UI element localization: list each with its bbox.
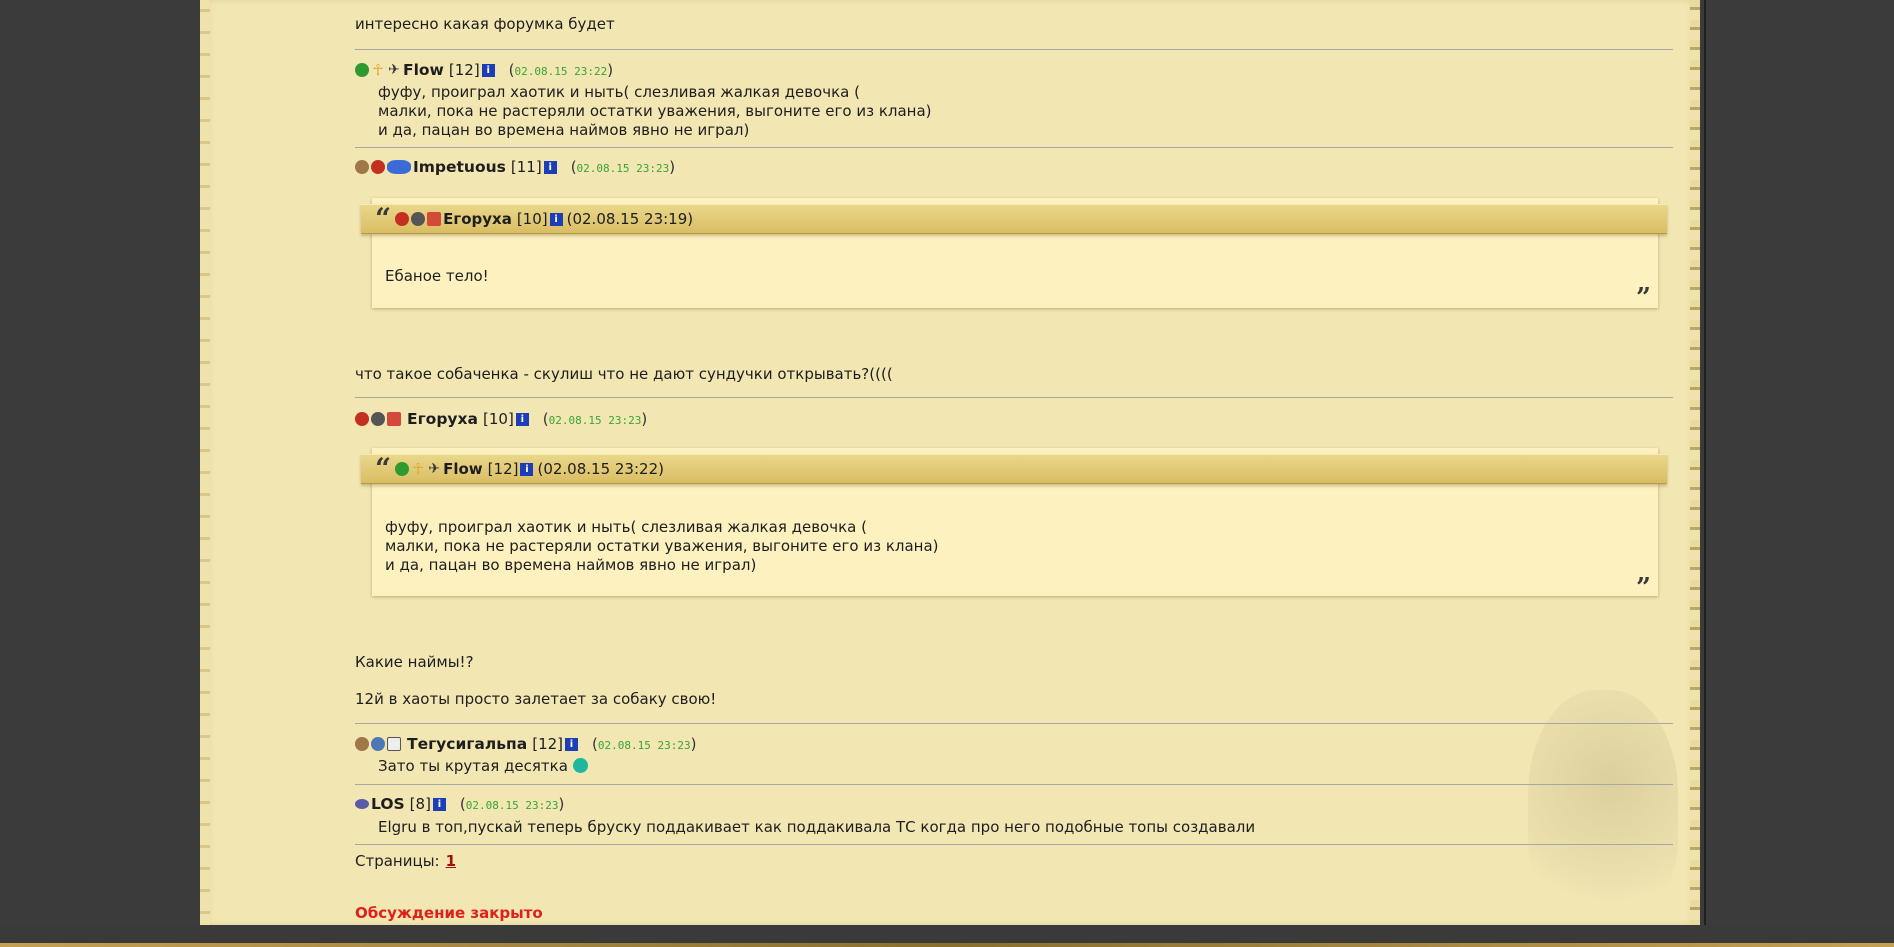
post-text: 12й в хаоты просто залетает за собаку св…	[355, 690, 717, 708]
quote-time: (02.08.15 23:22)	[537, 460, 664, 478]
blue-flowers-icon	[387, 160, 411, 174]
pagination: Страницы: 1	[355, 852, 456, 870]
parchment-right-edge	[1690, 0, 1700, 925]
eye-icon	[355, 799, 369, 809]
page-link-1[interactable]: 1	[446, 852, 456, 870]
post-separator	[355, 397, 1673, 398]
post-time: (02.08.15 23:22)	[508, 61, 614, 79]
red-orb-icon	[371, 160, 385, 174]
quote-line: фуфу, проиграл хаотик и ныть( слезливая …	[385, 518, 867, 536]
post-text: интересно какая форумка будет	[355, 15, 615, 33]
post-timestamp: 02.08.15 23:23	[465, 799, 559, 812]
discussion-closed-notice: Обсуждение закрыто	[355, 904, 543, 922]
post-timestamp: 02.08.15 23:23	[548, 414, 642, 427]
author-nick[interactable]: LOS	[371, 795, 405, 813]
info-icon[interactable]: i	[515, 412, 529, 426]
open-quote-icon: “	[375, 452, 392, 485]
ankh-icon: ☥	[372, 61, 384, 79]
red-rune-icon	[427, 212, 442, 226]
close-quote-icon: ”	[1636, 283, 1651, 313]
wings-icon: ✈	[428, 461, 440, 477]
post-time: (02.08.15 23:23)	[542, 410, 648, 428]
post-timestamp: 02.08.15 23:22	[514, 65, 608, 78]
post-header: Егоруха [10] i (02.08.15 23:23)	[355, 408, 647, 430]
post-line-text: Зато ты крутая десятка	[378, 757, 568, 775]
post-line: малки, пока не растеряли остатки уважени…	[378, 102, 932, 120]
post-line: Зато ты крутая десятка	[378, 757, 590, 776]
post-header: LOS [8] i (02.08.15 23:23)	[355, 793, 564, 815]
watermark-emblem	[1528, 690, 1678, 920]
post-separator	[355, 147, 1673, 148]
green-orb-icon	[355, 63, 369, 77]
info-icon[interactable]: i	[432, 797, 446, 811]
author-nick[interactable]: Flow	[403, 61, 444, 79]
info-icon[interactable]: i	[481, 63, 495, 77]
post-time: (02.08.15 23:23)	[570, 158, 676, 176]
post-timestamp: 02.08.15 23:23	[576, 162, 670, 175]
crab-icon	[355, 412, 369, 426]
post-separator	[355, 784, 1673, 785]
open-quote-icon: “	[375, 202, 392, 235]
post-time: (02.08.15 23:23)	[592, 735, 697, 753]
info-icon[interactable]: i	[543, 160, 557, 174]
clan-icon	[355, 160, 369, 174]
crab-icon	[395, 212, 410, 226]
info-icon[interactable]: i	[565, 737, 579, 751]
author-level: [11]	[510, 158, 542, 176]
quote-line: малки, пока не растеряли остатки уважени…	[385, 537, 939, 555]
green-orb-icon	[395, 462, 410, 476]
quote-line: и да, пацан во времена наймов явно не иг…	[385, 556, 757, 574]
author-nick[interactable]: Егоруха	[407, 410, 478, 428]
post-timestamp: 02.08.15 23:23	[597, 739, 691, 752]
frame-divider	[1704, 0, 1706, 925]
bottom-bar	[0, 925, 1894, 947]
post-time: (02.08.15 23:23)	[459, 795, 565, 813]
post-line: фуфу, проиграл хаотик и ныть( слезливая …	[378, 83, 860, 101]
skull-icon	[411, 212, 426, 226]
post-line: и да, пацан во времена наймов явно не иг…	[378, 121, 750, 139]
quote-author-level: [12]	[487, 460, 519, 478]
wings-icon: ✈	[388, 62, 400, 78]
author-level: [12]	[532, 735, 564, 753]
parchment-left-edge	[200, 0, 210, 925]
author-level: [8]	[409, 795, 431, 813]
quote-header: “ ☥ ✈ Flow [12] i (02.08.15 23:22)	[361, 454, 1667, 484]
ankh-icon: ☥	[412, 460, 424, 478]
post-text: Какие наймы!?	[355, 653, 474, 671]
info-icon[interactable]: i	[520, 462, 534, 476]
clan-icon	[355, 737, 369, 751]
quote-author[interactable]: Flow	[443, 460, 483, 478]
post-text: что такое собаченка - скулиш что не дают…	[355, 365, 893, 383]
post-separator	[355, 723, 1673, 724]
blue-shield-icon	[371, 737, 385, 751]
quote-time: (02.08.15 23:19)	[566, 210, 694, 228]
post-header: ☥ ✈ Flow [12] i (02.08.15 23:22)	[355, 59, 613, 81]
red-rune-icon	[387, 412, 401, 426]
author-level: [12]	[448, 61, 480, 79]
close-quote-icon: ”	[1636, 573, 1651, 603]
author-nick[interactable]: Тегусигальпа	[407, 735, 527, 753]
quote-text: Ебаное тело!	[385, 267, 489, 285]
skull-icon	[371, 412, 385, 426]
pagination-label: Страницы:	[355, 852, 440, 870]
quote-author[interactable]: Егоруха	[443, 210, 512, 228]
quote-header: “ Егоруха [10] i (02.08.15 23:19)	[361, 204, 1667, 234]
author-level: [10]	[483, 410, 514, 428]
post-separator	[355, 49, 1673, 50]
smile-icon	[572, 758, 588, 773]
post-separator	[355, 844, 1673, 845]
post-header: Тегусигальпа [12] i (02.08.15 23:23)	[355, 733, 696, 755]
info-icon[interactable]: i	[549, 212, 563, 226]
post-header: Impetuous [11] i (02.08.15 23:23)	[355, 156, 675, 178]
quote-author-level: [10]	[516, 210, 548, 228]
bottom-bar-accent	[0, 943, 1894, 947]
author-nick[interactable]: Impetuous	[413, 158, 506, 176]
post-line: Elgru в топ,пускай теперь бруску поддаки…	[378, 818, 1256, 836]
white-shield-icon	[387, 737, 401, 751]
